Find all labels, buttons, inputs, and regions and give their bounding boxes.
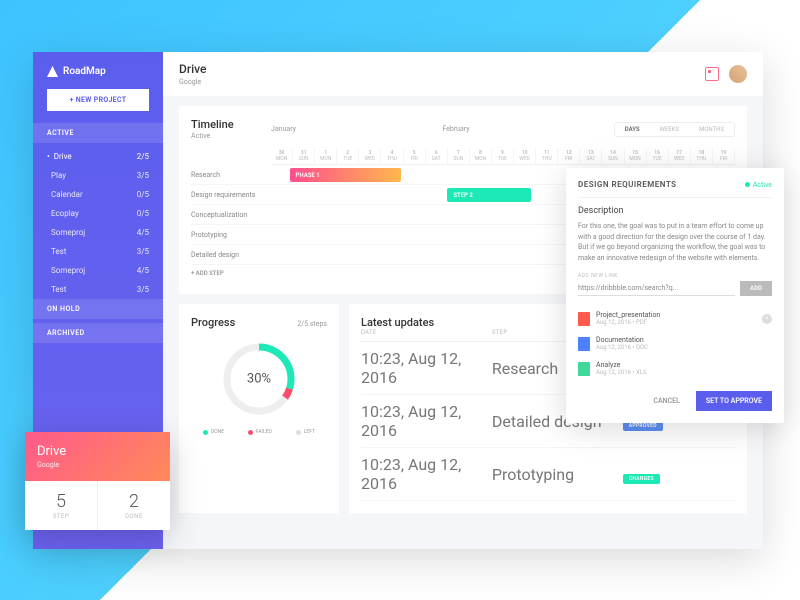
day-cell: 30MON xyxy=(271,148,293,164)
day-cell: 19FRI xyxy=(713,148,735,164)
day-cell: 16TUE xyxy=(647,148,669,164)
remove-file-icon[interactable]: × xyxy=(762,314,772,324)
view-tabs: DAYSWEEKSMONTHS xyxy=(614,122,735,137)
sidebar-item-someproj[interactable]: Someproj4/5 xyxy=(33,261,163,280)
timeline-row-label: Detailed design xyxy=(191,245,271,265)
timeline-row-label: Research xyxy=(191,165,271,185)
day-cell: 17WED xyxy=(669,148,691,164)
progress-panel: Progress 2/5 steps 30% DONE FAILED LEFT xyxy=(179,304,339,513)
col-date: DATE xyxy=(361,329,492,336)
day-cell: 7SUN xyxy=(448,148,470,164)
sidebar-item-calendar[interactable]: Calendar0/5 xyxy=(33,185,163,204)
page-title: Drive xyxy=(179,62,206,76)
progress-legend: DONE FAILED LEFT xyxy=(191,429,327,435)
day-cell: 14SUN xyxy=(602,148,624,164)
page-header: Drive Google xyxy=(163,52,763,96)
day-cell: 13SAT xyxy=(580,148,602,164)
day-cell: 11THU xyxy=(536,148,558,164)
timeline-bar-step2[interactable]: STEP 2 xyxy=(447,188,531,202)
day-cell: 9TUE xyxy=(492,148,514,164)
detail-desc-label: Description xyxy=(578,206,772,216)
section-onhold[interactable]: ON HOLD xyxy=(33,299,163,319)
flag-icon xyxy=(47,66,58,77)
add-link-label: ADD NEW LINK xyxy=(578,273,772,279)
timeline-title: Timeline xyxy=(191,118,271,131)
brand-logo: RoadMap xyxy=(33,66,163,89)
day-cell: 4THU xyxy=(381,148,403,164)
float-sub: Google xyxy=(37,461,158,469)
detail-panel: DESIGN REQUIREMENTS Active Description F… xyxy=(566,168,784,423)
file-icon xyxy=(578,337,590,351)
timeline-row-label: Design requirements xyxy=(191,185,271,205)
timeline-sub: Active xyxy=(191,132,271,140)
day-cell: 5FRI xyxy=(404,148,426,164)
file-icon xyxy=(578,312,590,326)
day-cell: 18THU xyxy=(691,148,713,164)
new-project-button[interactable]: + NEW PROJECT xyxy=(47,89,149,111)
avatar[interactable] xyxy=(729,65,747,83)
section-active[interactable]: ACTIVE xyxy=(33,123,163,143)
day-cell: 31SUN xyxy=(293,148,315,164)
float-step-label: STEP xyxy=(35,513,87,520)
page-subtitle: Google xyxy=(179,78,206,86)
day-cell: 12FRI xyxy=(558,148,580,164)
brand-name: RoadMap xyxy=(63,66,106,77)
link-input[interactable] xyxy=(578,281,735,296)
day-cell: 1MON xyxy=(315,148,337,164)
view-tab-days[interactable]: DAYS xyxy=(615,123,650,136)
day-cell: 10WED xyxy=(514,148,536,164)
detail-title: DESIGN REQUIREMENTS xyxy=(578,180,677,189)
timeline-row-label: Prototyping xyxy=(191,225,271,245)
day-cell: 3WED xyxy=(359,148,381,164)
file-row[interactable]: AnalyzeAug 12, 2016 • XLS xyxy=(578,356,772,381)
sidebar-item-play[interactable]: Play3/5 xyxy=(33,166,163,185)
float-title: Drive xyxy=(37,444,158,459)
file-row[interactable]: DocumentationAug 12, 2016 • DOC xyxy=(578,331,772,356)
timeline-bar-phase1[interactable]: PHASE 1 xyxy=(290,168,401,182)
file-icon xyxy=(578,362,590,376)
progress-percent: 30% xyxy=(247,372,271,387)
progress-steps: 2/5 steps xyxy=(297,320,327,328)
day-cell: 6SAT xyxy=(426,148,448,164)
sidebar-item-ecoplay[interactable]: Ecoplay0/5 xyxy=(33,204,163,223)
timeline-row-label: Conceptualization xyxy=(191,205,271,225)
cancel-button[interactable]: CANCEL xyxy=(643,391,690,411)
sidebar-item-someproj[interactable]: Someproj4/5 xyxy=(33,223,163,242)
sidebar-item-test[interactable]: Test3/5 xyxy=(33,280,163,299)
detail-description: For this one, the goal was to put in a t… xyxy=(578,221,772,263)
month-label: February xyxy=(442,122,613,136)
progress-title: Progress xyxy=(191,316,235,329)
day-cell: 2TUE xyxy=(337,148,359,164)
progress-donut: 30% xyxy=(219,339,299,419)
month-label: January xyxy=(271,122,442,136)
approve-button[interactable]: SET TO APPROVE xyxy=(696,391,772,411)
detail-status: Active xyxy=(745,181,772,189)
float-step-num: 5 xyxy=(35,491,87,512)
float-done-num: 2 xyxy=(108,491,160,512)
day-cell: 15MON xyxy=(625,148,647,164)
sidebar-item-test[interactable]: Test3/5 xyxy=(33,242,163,261)
add-link-button[interactable]: ADD xyxy=(740,281,772,296)
sidebar-item-drive[interactable]: •Drive2/5 xyxy=(33,147,163,166)
float-summary-card: Drive Google 5 STEP 2 DONE xyxy=(25,432,170,530)
calendar-icon[interactable] xyxy=(705,67,719,81)
day-cell: 8MON xyxy=(470,148,492,164)
update-row[interactable]: 10:23, Aug 12, 2016PrototypingCHANGES xyxy=(361,448,735,501)
section-archived[interactable]: ARCHIVED xyxy=(33,323,163,343)
view-tab-months[interactable]: MONTHS xyxy=(689,123,734,136)
file-row[interactable]: Project_presentationAug 12, 2016 • PDF× xyxy=(578,306,772,331)
view-tab-weeks[interactable]: WEEKS xyxy=(650,123,689,136)
float-done-label: DONE xyxy=(108,513,160,520)
